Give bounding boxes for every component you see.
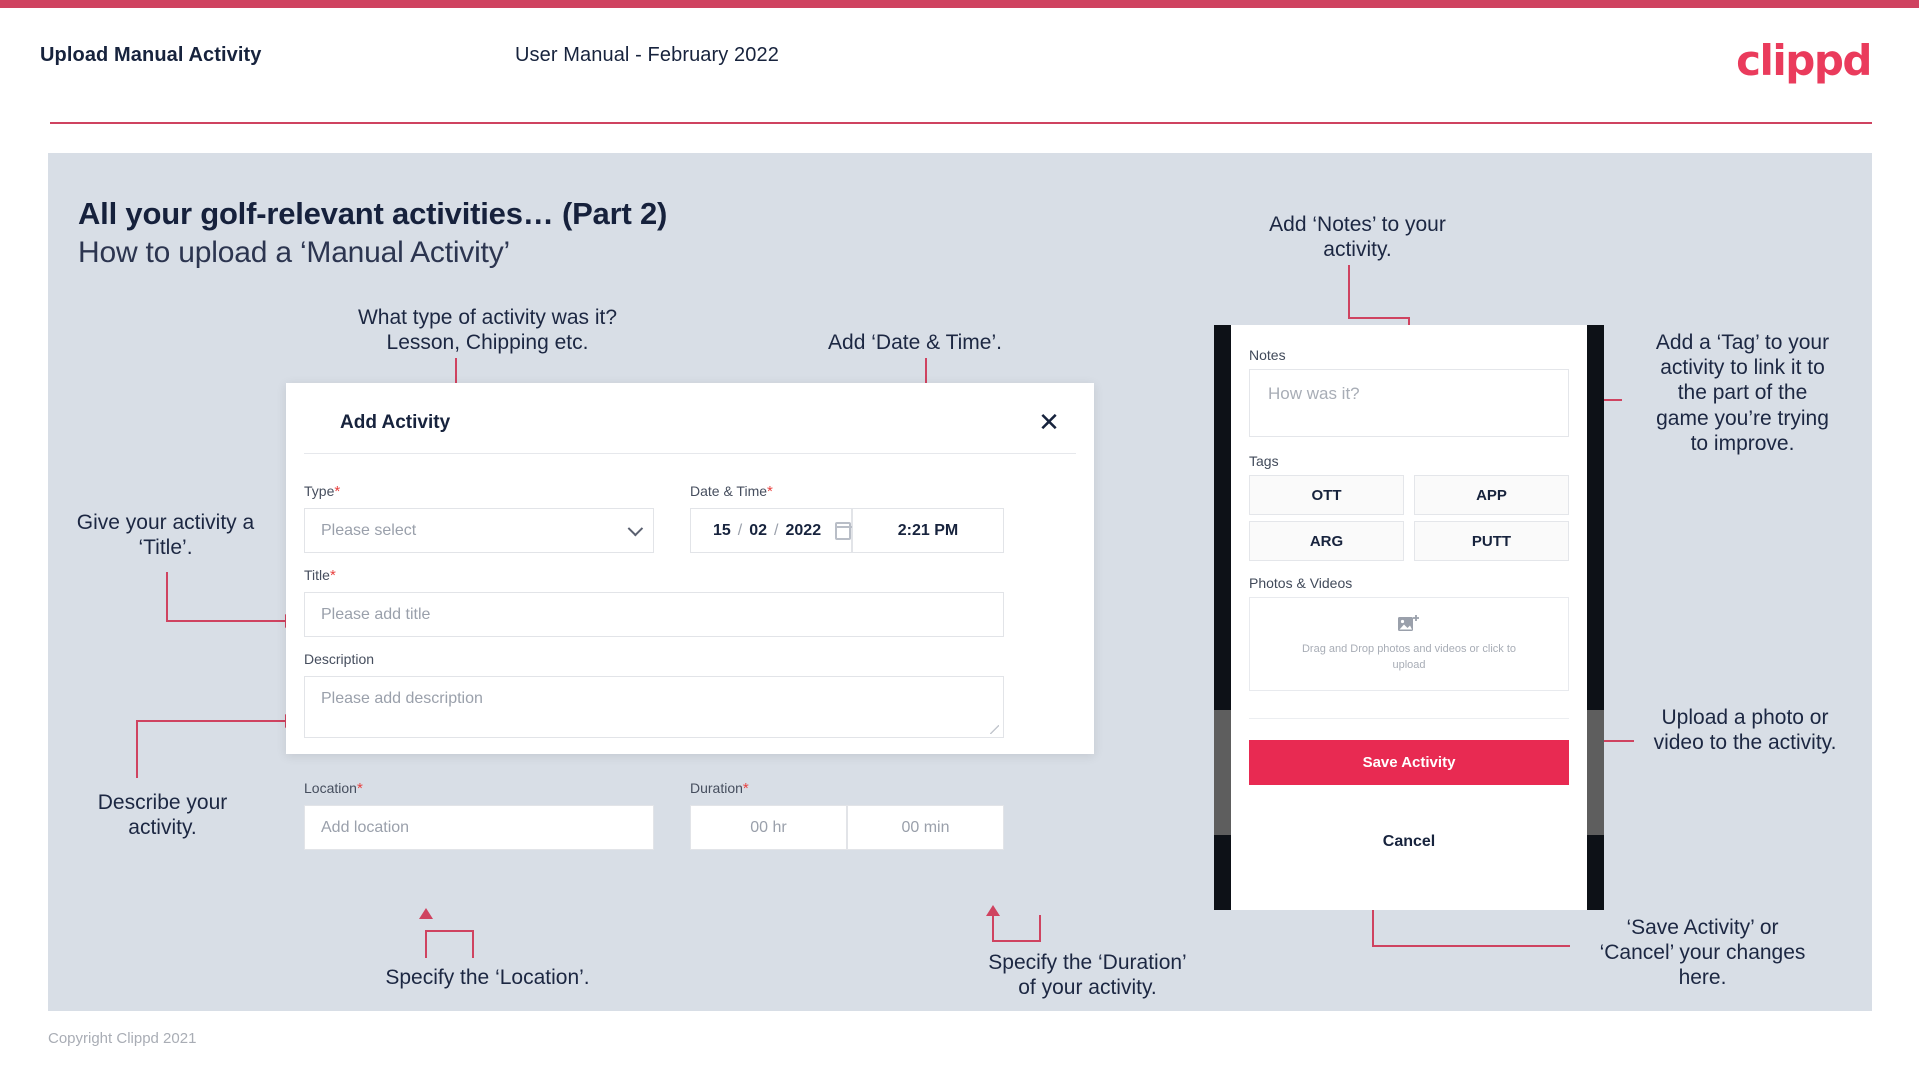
arrow-duration-seg3 <box>1039 915 1041 942</box>
annotation-upload: Upload a photo or video to the activity. <box>1653 706 1837 755</box>
top-accent-bar <box>0 0 1919 8</box>
phone-button-right <box>1587 710 1604 835</box>
phone-divider <box>1249 718 1569 719</box>
add-activity-dialog: Add Activity ✕ Type* Please select Date … <box>286 383 1094 850</box>
date-month: 02 <box>749 521 768 539</box>
annotation-tags: Add a ‘Tag’ to your activity to link it … <box>1655 331 1830 455</box>
description-label: Description <box>304 651 375 667</box>
type-required: * <box>334 483 341 500</box>
duration-label: Duration* <box>690 780 749 797</box>
calendar-icon[interactable] <box>835 521 852 540</box>
duration-minutes-value: 00 min <box>901 818 950 836</box>
datetime-required: * <box>767 483 773 500</box>
tag-app[interactable]: APP <box>1414 475 1569 515</box>
clippd-logo: clippd <box>1736 36 1872 85</box>
arrow-location-seg2 <box>425 930 427 958</box>
type-placeholder: Please select <box>321 521 417 539</box>
date-day: 15 <box>713 521 731 539</box>
resize-grip-icon[interactable] <box>990 725 999 734</box>
page-title: Upload Manual Activity <box>40 44 262 66</box>
tag-ott[interactable]: OTT <box>1249 475 1404 515</box>
slide-subheading: How to upload a ‘Manual Activity’ <box>78 236 510 269</box>
location-input[interactable]: Add location <box>304 805 654 850</box>
type-label: Type* <box>304 483 340 500</box>
annotation-description: Describe your activity. <box>97 791 228 840</box>
annotation-title: Give your activity a ‘Title’. <box>76 511 255 560</box>
header-divider <box>50 122 1872 124</box>
annotation-datetime: Add ‘Date & Time’. <box>828 331 1002 354</box>
arrow-title-seg2 <box>166 620 286 622</box>
title-label-text: Title <box>304 567 330 583</box>
arrow-location-seg3 <box>472 930 474 958</box>
location-required: * <box>356 780 363 797</box>
duration-label-text: Duration <box>690 780 743 796</box>
arrow-duration-seg2 <box>992 915 994 942</box>
photos-label: Photos & Videos <box>1249 575 1353 591</box>
time-input[interactable]: 2:21 PM <box>852 508 1004 553</box>
photo-dropzone[interactable]: Drag and Drop photos and videos or click… <box>1249 597 1569 691</box>
phone-screen: Notes How was it? Tags OTT APP ARG PUTT … <box>1231 325 1587 910</box>
cancel-button[interactable]: Cancel <box>1231 833 1587 851</box>
dropzone-text: Drag and Drop photos and videos or click… <box>1301 643 1516 671</box>
arrow-title-seg1 <box>166 572 168 620</box>
type-label-text: Type <box>304 483 335 499</box>
arrow-save-seg1 <box>1372 945 1570 947</box>
phone-button-left <box>1214 710 1231 835</box>
arrow-desc-seg2 <box>136 720 286 722</box>
annotation-location: Specify the ‘Location’. <box>385 966 590 989</box>
date-year: 2022 <box>785 521 822 539</box>
annotation-duration: Specify the ‘Duration’ of your activity. <box>988 951 1187 1000</box>
arrow-duration-head <box>986 905 1000 916</box>
annotation-save-cancel: ‘Save Activity’ or ‘Cancel’ your changes… <box>1599 916 1806 990</box>
close-icon[interactable]: ✕ <box>1032 405 1066 439</box>
duration-minutes-input[interactable]: 00 min <box>847 805 1004 850</box>
arrow-notes-seg2 <box>1348 317 1410 319</box>
duration-hours-value: 00 hr <box>750 818 787 836</box>
annotation-notes: Add ‘Notes’ to your activity. <box>1269 213 1446 262</box>
tag-putt[interactable]: PUTT <box>1414 521 1569 561</box>
duration-hours-input[interactable]: 00 hr <box>690 805 847 850</box>
annotation-type: What type of activity was it? Lesson, Ch… <box>357 306 618 355</box>
arrow-location-seg1 <box>425 930 473 932</box>
location-label-text: Location <box>304 780 357 796</box>
date-input[interactable]: 15 / 02 / 2022 <box>690 508 852 553</box>
phone-mockup: Notes How was it? Tags OTT APP ARG PUTT … <box>1214 325 1604 910</box>
location-label: Location* <box>304 780 363 797</box>
date-sep-1: / <box>737 521 743 539</box>
tags-label: Tags <box>1249 453 1279 469</box>
tag-arg[interactable]: ARG <box>1249 521 1404 561</box>
slide-heading: All your golf-relevant activities… (Part… <box>78 196 668 231</box>
datetime-label: Date & Time* <box>690 483 773 500</box>
datetime-label-text: Date & Time <box>690 483 768 499</box>
arrow-location-head <box>419 908 433 919</box>
description-textarea[interactable]: Please add description <box>304 676 1004 738</box>
title-required: * <box>329 567 336 584</box>
slide-page: Upload Manual Activity User Manual - Feb… <box>0 0 1919 1079</box>
arrow-desc-seg1 <box>136 720 138 778</box>
duration-required: * <box>742 780 749 797</box>
save-activity-button[interactable]: Save Activity <box>1249 740 1569 785</box>
notes-placeholder: How was it? <box>1268 384 1360 403</box>
description-placeholder: Please add description <box>321 690 483 707</box>
dialog-divider <box>304 453 1076 454</box>
date-sep-2: / <box>774 521 779 539</box>
arrow-duration-seg1 <box>992 940 1040 942</box>
type-select[interactable]: Please select <box>304 508 654 553</box>
notes-textarea[interactable]: How was it? <box>1249 369 1569 437</box>
title-label: Title* <box>304 567 336 584</box>
arrow-notes-seg1 <box>1348 265 1350 317</box>
image-upload-icon <box>1397 614 1421 634</box>
document-subtitle: User Manual - February 2022 <box>515 44 779 66</box>
footer-copyright: Copyright Clippd 2021 <box>48 1030 197 1047</box>
title-input[interactable]: Please add title <box>304 592 1004 637</box>
title-placeholder: Please add title <box>321 605 431 623</box>
notes-label: Notes <box>1249 347 1286 363</box>
dialog-title: Add Activity <box>340 412 451 433</box>
location-placeholder: Add location <box>321 818 410 836</box>
time-value: 2:21 PM <box>897 521 959 539</box>
chevron-down-icon <box>627 520 644 536</box>
